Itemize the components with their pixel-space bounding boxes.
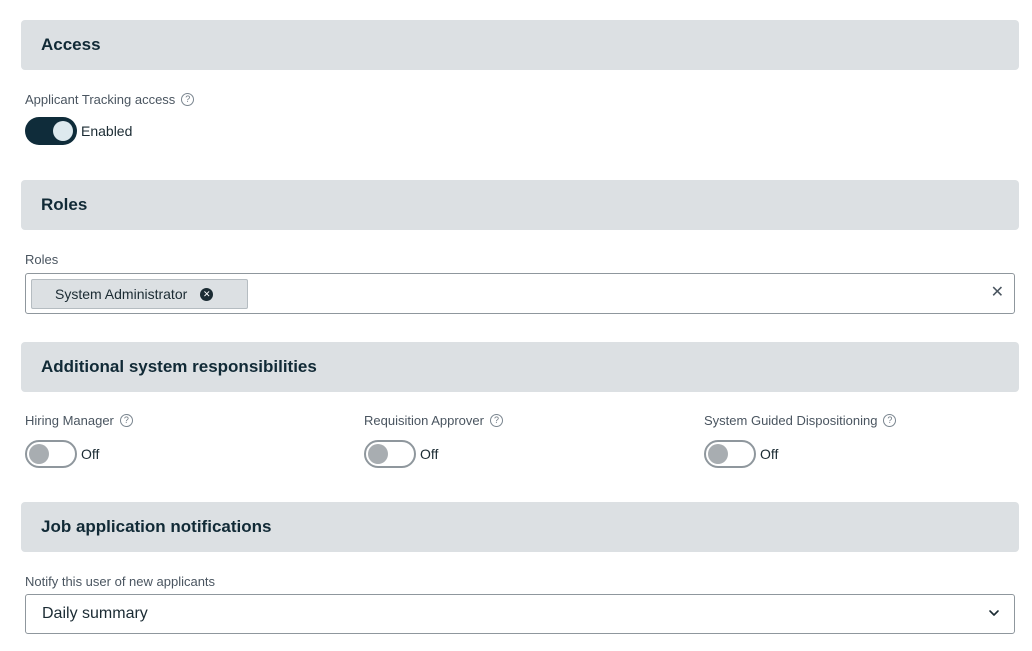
notification-frequency-select[interactable]: Daily summary: [25, 594, 1015, 634]
toggle-state-label: Off: [760, 446, 779, 462]
section-header-additional-responsibilities: Additional system responsibilities: [21, 342, 1019, 392]
requisition-approver-toggle-row: Off: [364, 440, 438, 468]
close-circle-icon[interactable]: ✕: [200, 287, 214, 301]
system-guided-dispositioning-toggle[interactable]: [704, 440, 756, 468]
system-guided-dispositioning-toggle-row: Off: [704, 440, 778, 468]
applicant-tracking-access-label: Applicant Tracking access ?: [25, 92, 195, 107]
section-title-access: Access: [41, 35, 101, 54]
requisition-approver-toggle[interactable]: [364, 440, 416, 468]
toggle-state-label: Enabled: [81, 123, 133, 139]
help-icon[interactable]: ?: [489, 414, 503, 427]
help-icon[interactable]: ?: [883, 414, 897, 427]
roles-field-label: Roles: [25, 252, 59, 267]
notify-new-applicants-label: Notify this user of new applicants: [25, 574, 216, 589]
toggle-knob: [29, 444, 49, 464]
role-chip-label: System Administrator: [55, 286, 188, 302]
section-title-roles: Roles: [41, 195, 88, 214]
toggle-knob: [53, 121, 73, 141]
close-icon[interactable]: ✕: [991, 284, 1004, 302]
section-title-additional: Additional system responsibilities: [41, 357, 317, 376]
section-header-roles: Roles: [21, 180, 1019, 230]
section-header-notifications: Job application notifications: [21, 502, 1019, 552]
section-title-notifications: Job application notifications: [41, 517, 272, 536]
hiring-manager-toggle[interactable]: [25, 440, 77, 468]
hiring-manager-toggle-row: Off: [25, 440, 99, 468]
requisition-approver-label: Requisition Approver ?: [364, 413, 503, 428]
roles-multiselect[interactable]: System Administrator ✕ ✕: [25, 273, 1015, 314]
toggle-state-label: Off: [81, 446, 100, 462]
toggle-state-label: Off: [420, 446, 439, 462]
applicant-tracking-toggle-row: Enabled: [25, 117, 132, 145]
hiring-manager-label: Hiring Manager ?: [25, 413, 133, 428]
toggle-knob: [708, 444, 728, 464]
role-chip: System Administrator ✕: [31, 279, 248, 309]
applicant-tracking-toggle[interactable]: [25, 117, 77, 145]
help-icon[interactable]: ?: [181, 93, 195, 106]
system-guided-dispositioning-label: System Guided Dispositioning ?: [704, 413, 897, 428]
toggle-knob: [368, 444, 388, 464]
help-icon[interactable]: ?: [119, 414, 133, 427]
notification-frequency-value: Daily summary: [42, 605, 148, 622]
chevron-down-icon: [989, 610, 999, 616]
section-header-access: Access: [21, 20, 1019, 70]
